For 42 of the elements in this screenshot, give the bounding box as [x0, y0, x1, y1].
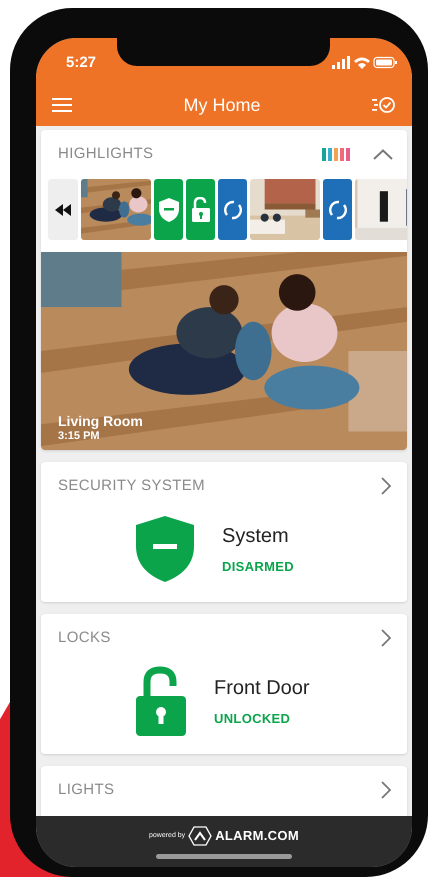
shield-icon [136, 516, 194, 582]
brand-name: ALARM.COM [215, 827, 299, 846]
wifi-icon [354, 58, 370, 69]
clip-location: Living Room [58, 412, 143, 430]
device-status: UNLOCKED [214, 710, 292, 728]
clip-time: 3:15 PM [58, 430, 101, 444]
chevron-right-icon[interactable] [381, 477, 391, 495]
card-title: LIGHTS [58, 780, 114, 800]
highlight-thumbnail[interactable] [81, 179, 151, 240]
highlight-thumbnail[interactable] [250, 179, 320, 240]
rewind-icon [55, 204, 71, 216]
status-time: 5:27 [66, 52, 96, 73]
connection-thumbnail[interactable] [218, 179, 247, 240]
shield-icon [158, 198, 178, 222]
card-title: LOCKS [58, 628, 111, 648]
filter-icon[interactable] [322, 148, 351, 161]
screen-title: My Home [183, 94, 260, 117]
lock-thumbnail[interactable] [186, 179, 215, 240]
rewind-button[interactable] [48, 179, 78, 240]
battery-icon [373, 56, 397, 68]
logo-icon [188, 826, 212, 846]
device-status: DISARMED [222, 558, 294, 576]
ring-icon [326, 198, 348, 220]
camera-clip[interactable]: Living Room 3:15 PM [41, 252, 407, 450]
unlocked-icon [136, 666, 186, 736]
section-title: HIGHLIGHTS [58, 144, 154, 164]
collapse-icon[interactable] [373, 149, 393, 160]
connection-thumbnail[interactable] [323, 179, 352, 240]
checklist-icon[interactable] [372, 96, 396, 114]
chevron-right-icon[interactable] [381, 781, 391, 799]
unlocked-icon [190, 196, 210, 222]
device-name: System [222, 524, 290, 550]
card-title: SECURITY SYSTEM [58, 476, 206, 496]
chevron-right-icon[interactable] [381, 629, 391, 647]
device-name: Front Door [214, 676, 310, 702]
signal-icon [332, 56, 350, 69]
security-thumbnail[interactable] [154, 179, 183, 240]
device-card[interactable]: LOCKS Front Door UNLOCKED [41, 614, 407, 754]
device-card[interactable]: SECURITY SYSTEM System DISARMED [41, 462, 407, 602]
highlight-thumbnail[interactable] [355, 179, 407, 240]
ring-icon [222, 198, 244, 220]
menu-icon[interactable] [52, 98, 72, 112]
